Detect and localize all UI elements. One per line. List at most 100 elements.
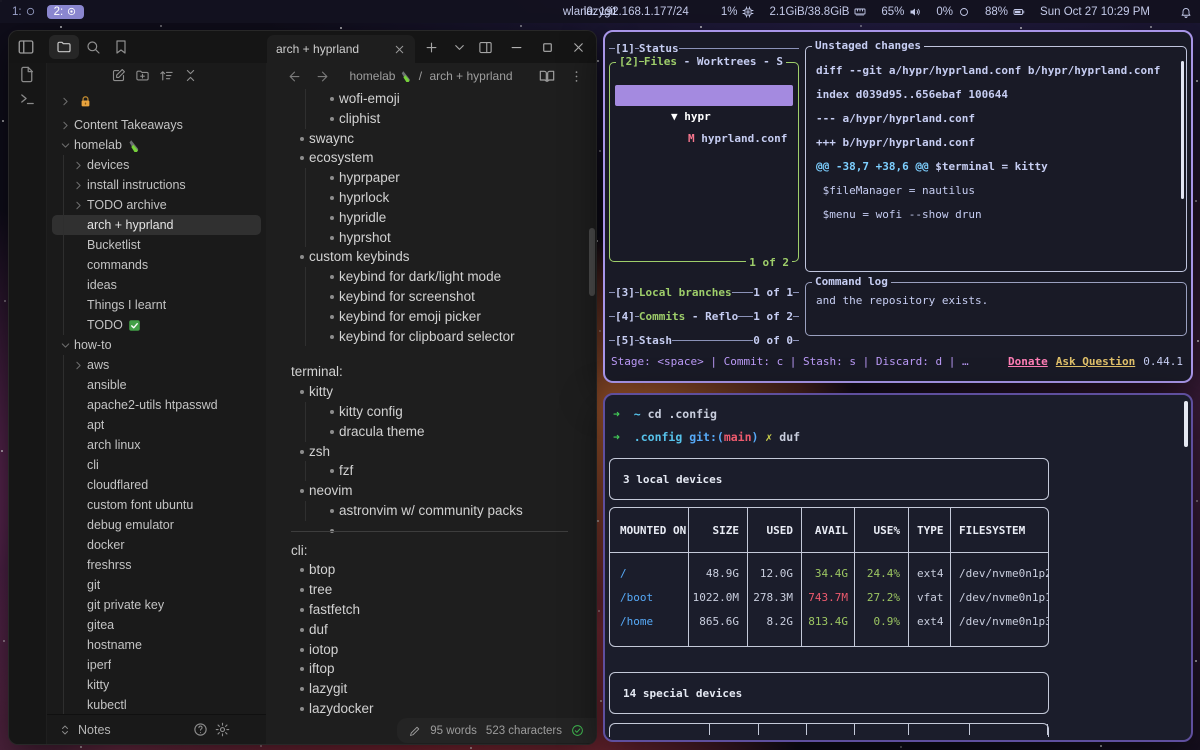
file-tree-item[interactable]: TODO <box>52 315 261 335</box>
vault-switcher-icon[interactable] <box>59 724 71 736</box>
new-folder-icon[interactable] <box>135 68 150 83</box>
file-tree-item[interactable]: custom font ubuntu <box>52 495 261 515</box>
status-module[interactable]: wlan0: 192.168.1.177/24 <box>563 6 706 18</box>
split-editor-icon[interactable] <box>478 40 493 55</box>
donate-link[interactable]: Donate <box>1008 355 1048 368</box>
workspace-button[interactable]: 2: <box>47 5 85 19</box>
file-tree-item[interactable]: arch linux <box>52 435 261 455</box>
bell-icon[interactable] <box>1180 6 1192 18</box>
obsidian-ribbon <box>9 63 47 744</box>
new-note-icon[interactable] <box>111 68 126 83</box>
editor-actions <box>539 63 584 89</box>
file-tree-label: arch linux <box>87 438 141 452</box>
file-tree-label: TODO archive <box>87 198 167 212</box>
file-tree-item[interactable]: cloudflared <box>52 475 261 495</box>
terminal-scrollbar[interactable] <box>1184 401 1188 447</box>
window-maximize-icon[interactable] <box>540 40 555 55</box>
file-tree-item[interactable]: install instructions <box>52 175 261 195</box>
stash-panel-header[interactable]: [5]Stash0 of 0 <box>609 332 799 348</box>
files-tab-button[interactable] <box>49 35 79 59</box>
tab-list-chevron-icon[interactable] <box>452 40 467 55</box>
reading-mode-icon[interactable] <box>539 68 555 84</box>
top-bar: 1: 2: lazygit wlan0: 192.168.1.177/24 1%… <box>0 0 1200 23</box>
file-explorer-pane: Content Takeaways homelab devices <box>47 63 266 744</box>
nav-back-icon[interactable] <box>287 69 302 84</box>
file-tree-item[interactable]: hostname <box>52 635 261 655</box>
edit-mode-pencil-icon[interactable] <box>409 725 421 737</box>
commits-panel-header[interactable]: [4]Commits - Reflo1 of 2 <box>609 308 799 324</box>
file-tree-item[interactable]: TODO archive <box>52 195 261 215</box>
terminal-icon[interactable] <box>19 90 36 107</box>
more-options-icon[interactable] <box>569 69 584 84</box>
diff-scrollbar[interactable] <box>1181 61 1184 199</box>
sidebar-toggle-icon[interactable] <box>17 38 35 56</box>
note-tab[interactable]: arch + hyprland <box>267 35 415 63</box>
file-tree-item[interactable]: debug emulator <box>52 515 261 535</box>
command-log-panel: Command log and the repository exists. <box>805 282 1187 336</box>
status-module[interactable]: Sun Oct 27 10:29 PM <box>1040 6 1167 18</box>
file-tree-item[interactable]: apt <box>52 415 261 435</box>
file-row-hyprland-conf[interactable]: M hyprland.conf <box>615 107 793 128</box>
file-tree-item[interactable]: homelab <box>52 135 261 155</box>
file-tree-item[interactable]: kubectl <box>52 695 261 714</box>
file-tree-item[interactable]: Things I learnt <box>52 295 261 315</box>
file-tree-item[interactable]: commands <box>52 255 261 275</box>
file-tree-item[interactable]: how-to <box>52 335 261 355</box>
settings-gear-icon[interactable] <box>215 722 230 737</box>
search-tab-button[interactable] <box>85 39 101 55</box>
note-content[interactable]: wofi-emoji cliphist swaync ecosystem <box>266 89 596 744</box>
status-module[interactable]: 88% <box>985 6 1025 18</box>
collapse-all-icon[interactable] <box>183 68 198 83</box>
quick-switcher-icon[interactable] <box>19 66 36 83</box>
explorer-toolbar <box>47 63 266 87</box>
unstaged-changes-panel[interactable]: Unstaged changes diff --git a/hypr/hyprl… <box>805 46 1187 272</box>
file-tree-item[interactable]: ideas <box>52 275 261 295</box>
vault-name[interactable]: Notes <box>78 723 186 737</box>
file-tree-item[interactable] <box>52 87 261 115</box>
file-tree-item[interactable]: aws <box>52 355 261 375</box>
file-tree-item[interactable]: git <box>52 575 261 595</box>
sync-check-icon[interactable] <box>571 724 584 737</box>
branches-panel-header[interactable]: [3]Local branches1 of 1 <box>609 284 799 300</box>
file-tree-item[interactable]: ansible <box>52 375 261 395</box>
tab-close-icon[interactable] <box>393 43 406 56</box>
workspace-button[interactable]: 1: <box>5 5 43 19</box>
file-tree-item[interactable]: cli <box>52 455 261 475</box>
files-panel[interactable]: [2]Files - Worktrees - S ▼ hypr M hyprla… <box>609 62 799 262</box>
ask-question-link[interactable]: Ask Question <box>1056 355 1135 368</box>
breadcrumb[interactable]: homelab / arch + hyprland <box>349 63 512 89</box>
status-panel-header[interactable]: [1]Status <box>609 40 799 56</box>
file-tree-item[interactable]: kitty <box>52 675 261 695</box>
file-emoji-icon <box>114 679 127 692</box>
nav-forward-icon[interactable] <box>315 69 330 84</box>
status-module[interactable]: 0% <box>936 6 970 18</box>
sort-order-icon[interactable] <box>159 68 174 83</box>
file-tree-item[interactable]: arch + hyprland <box>52 215 261 235</box>
bookmarks-tab-button[interactable] <box>113 39 129 55</box>
file-tree-item[interactable]: Bucketlist <box>52 235 261 255</box>
status-module[interactable]: 1% <box>721 6 755 18</box>
chevron-icon <box>72 639 85 652</box>
window-close-icon[interactable] <box>571 40 586 55</box>
file-tree-item[interactable]: Content Takeaways <box>52 115 261 135</box>
status-module-icon <box>854 6 866 18</box>
file-tree-item[interactable]: gitea <box>52 615 261 635</box>
file-tree-item[interactable]: freshrss <box>52 555 261 575</box>
status-module-text: 65% <box>881 6 904 18</box>
window-minimize-icon[interactable] <box>509 40 524 55</box>
help-icon[interactable] <box>193 722 208 737</box>
file-tree-item[interactable]: iperf <box>52 655 261 675</box>
new-tab-icon[interactable] <box>424 40 439 55</box>
note-line-text: wofi-emoji <box>339 91 400 106</box>
status-module-text: wlan0: 192.168.1.177/24 <box>563 6 689 18</box>
editor-scrollbar[interactable] <box>589 228 595 296</box>
status-module[interactable]: 65% <box>881 6 921 18</box>
file-tree-label: ansible <box>87 378 127 392</box>
file-tree-item[interactable]: git private key <box>52 595 261 615</box>
file-tree-item[interactable]: apache2-utils htpasswd <box>52 395 261 415</box>
status-module[interactable]: 2.1GiB/38.8GiB <box>769 6 866 18</box>
file-emoji-icon <box>153 479 166 492</box>
file-row-hypr[interactable]: ▼ hypr <box>615 85 793 106</box>
file-tree-item[interactable]: devices <box>52 155 261 175</box>
file-tree-item[interactable]: docker <box>52 535 261 555</box>
